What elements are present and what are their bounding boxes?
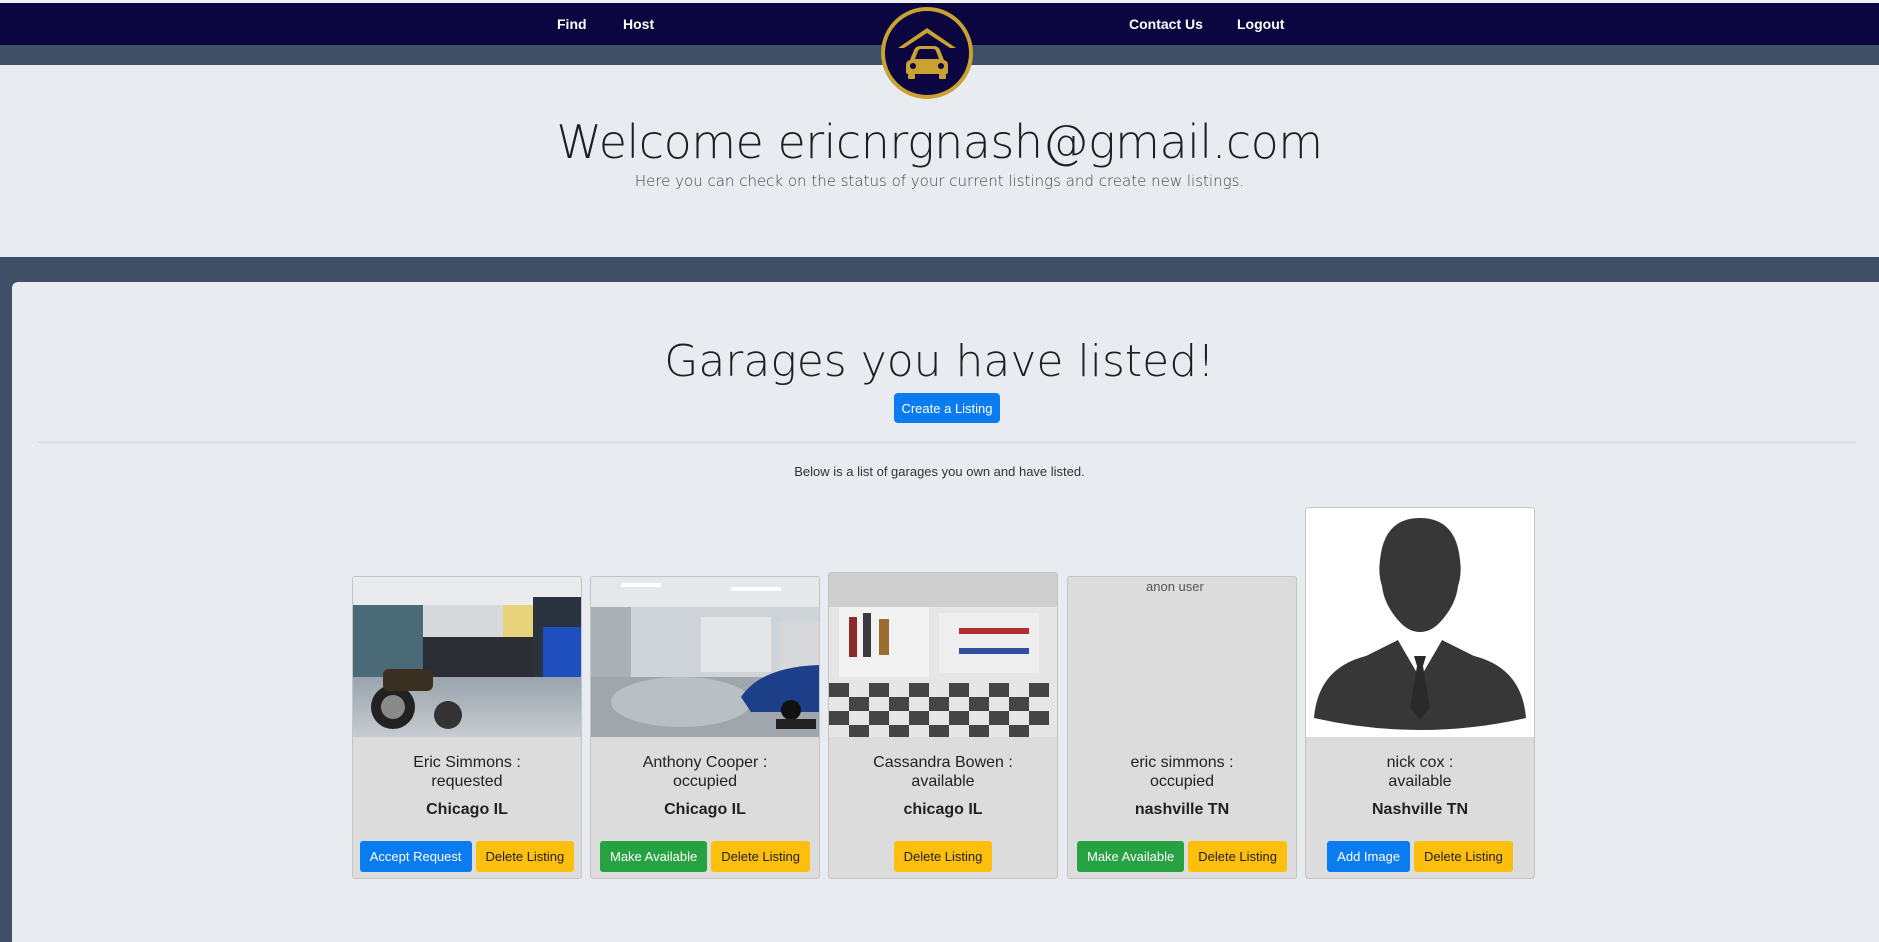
- garage-card: Cassandra Bowen : available chicago IL D…: [828, 572, 1058, 879]
- nav-contact-link[interactable]: Contact Us: [1129, 16, 1203, 32]
- welcome-subtitle: Here you can check on the status of your…: [634, 172, 1245, 190]
- card-status: occupied: [672, 773, 738, 790]
- divider: [38, 442, 1856, 443]
- delete-listing-button[interactable]: Delete Listing: [1414, 841, 1513, 872]
- card-status: available: [1388, 773, 1452, 790]
- accept-request-button[interactable]: Accept Request: [359, 841, 472, 872]
- make-available-button[interactable]: Make Available: [600, 841, 708, 872]
- user-silhouette-icon: [1306, 508, 1534, 737]
- delete-listing-button[interactable]: Delete Listing: [1188, 841, 1287, 872]
- card-city: Chicago IL: [426, 801, 508, 818]
- user-avatar-image: [1306, 508, 1534, 737]
- garage-car-icon[interactable]: [881, 7, 973, 99]
- image-alt-text: anon user: [1146, 579, 1204, 594]
- card-city: nashville TN: [1134, 801, 1230, 818]
- delete-listing-button[interactable]: Delete Listing: [475, 841, 575, 872]
- broken-image: anon user: [1068, 577, 1296, 737]
- card-owner-name: nick cox :: [1386, 754, 1454, 771]
- make-available-button[interactable]: Make Available: [1077, 841, 1185, 872]
- garage-card: anon user eric simmons : occupied nashvi…: [1067, 576, 1297, 879]
- listings-description: Below is a list of garages you own and h…: [794, 464, 1085, 479]
- card-status: requested: [431, 773, 503, 790]
- nav-host-link[interactable]: Host: [623, 16, 654, 32]
- garage-photo: [353, 577, 581, 737]
- garage-photo: [829, 573, 1057, 737]
- card-owner-name: Cassandra Bowen :: [873, 754, 1013, 771]
- card-city: chicago IL: [903, 801, 983, 818]
- card-owner-name: Eric Simmons :: [413, 754, 521, 771]
- card-city: Nashville TN: [1371, 801, 1469, 818]
- garage-card: Eric Simmons : requested Chicago IL Acce…: [352, 576, 582, 879]
- delete-listing-button[interactable]: Delete Listing: [711, 841, 810, 872]
- listings-title: Garages you have listed!: [664, 336, 1215, 387]
- card-status: available: [911, 773, 975, 790]
- garage-card: Anthony Cooper : occupied Chicago IL Mak…: [590, 576, 820, 879]
- card-status: occupied: [1149, 773, 1215, 790]
- nav-find-link[interactable]: Find: [557, 16, 587, 32]
- add-image-button[interactable]: Add Image: [1327, 841, 1411, 872]
- card-owner-name: eric simmons :: [1130, 754, 1234, 771]
- nav-logout-link[interactable]: Logout: [1237, 16, 1284, 32]
- delete-listing-button[interactable]: Delete Listing: [893, 841, 993, 872]
- welcome-heading: Welcome ericnrgnash@gmail.com: [556, 115, 1323, 169]
- garage-photo: [591, 577, 819, 737]
- card-owner-name: Anthony Cooper :: [642, 754, 768, 771]
- create-listing-button[interactable]: Create a Listing: [894, 393, 1000, 423]
- card-city: Chicago IL: [664, 801, 746, 818]
- garage-card: nick cox : available Nashville TN Add Im…: [1305, 507, 1535, 879]
